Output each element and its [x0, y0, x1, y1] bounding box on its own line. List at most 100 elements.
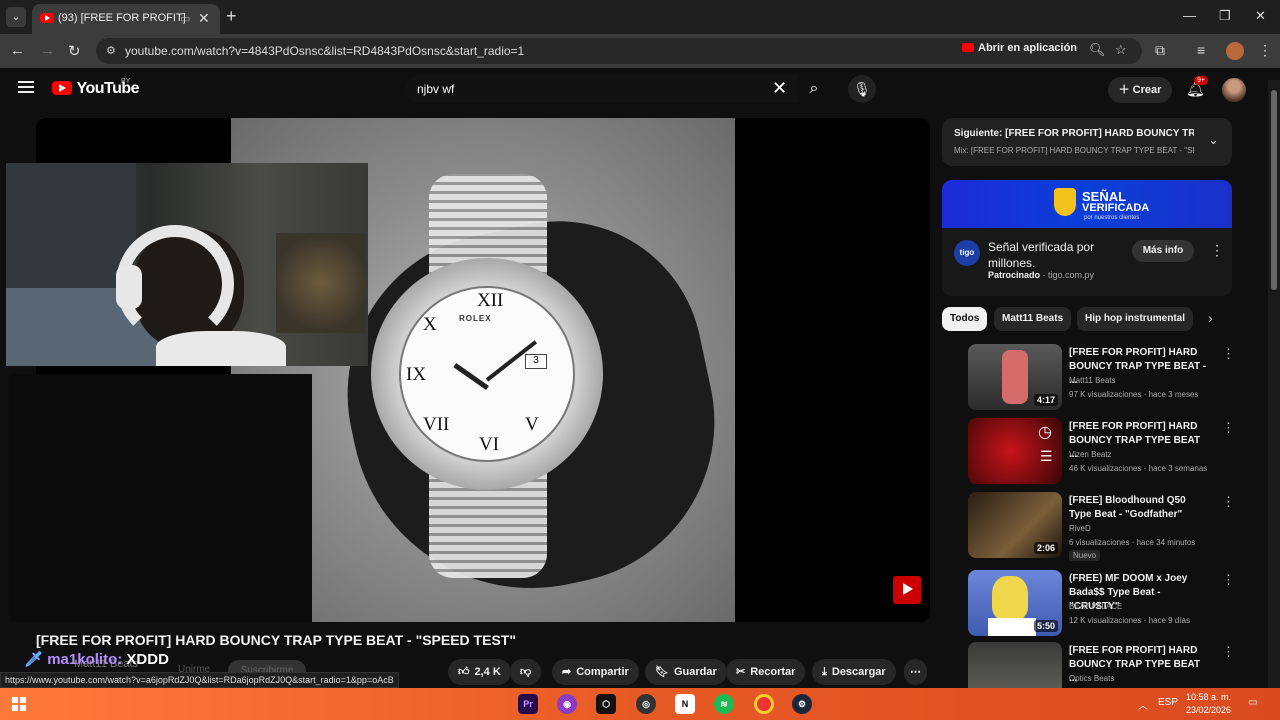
rec-menu-icon[interactable]: ⋮ — [1222, 346, 1235, 362]
list-item[interactable]: [FREE FOR PROFIT] HARD BOUNCY TRAP TYPE … — [942, 642, 1232, 688]
notifications-center-icon[interactable]: ▭ — [1248, 697, 1257, 708]
back-icon[interactable]: ← — [10, 42, 25, 59]
rec-menu-icon[interactable]: ⋮ — [1222, 644, 1232, 660]
new-tab-button[interactable]: + — [226, 6, 237, 27]
tray-overflow-icon[interactable]: ︿ — [1138, 697, 1148, 712]
language-indicator[interactable]: ESP — [1158, 697, 1178, 708]
create-button[interactable]: ＋ Crear — [1108, 77, 1172, 103]
ad-sponsored-label: Patrocinado · tigo.com.py — [988, 270, 1095, 280]
scissors-icon: ✂ — [736, 666, 746, 678]
url-text[interactable]: youtube.com/watch?v=4843PdOsnsc&list=RD4… — [125, 44, 524, 58]
subscribe-watermark-icon[interactable] — [893, 576, 921, 604]
chat-text: XDDD — [126, 651, 169, 668]
system-clock[interactable]: 10:58 a. m. 23/02/2026 — [1186, 691, 1231, 717]
notion-icon[interactable]: N — [675, 694, 695, 714]
ad-banner[interactable]: SEÑAL VERIFICADA por nuestros clientes — [942, 180, 1232, 228]
rec-meta: 12 K visualizaciones · hace 9 días — [1069, 616, 1190, 625]
video-thumbnail[interactable]: 5:50 — [968, 570, 1062, 636]
chip-matt11-beats[interactable]: Matt11 Beats — [994, 307, 1072, 331]
video-thumbnail[interactable] — [968, 642, 1062, 688]
chip-hip-hop-instrumental[interactable]: Hip hop instrumental — [1077, 307, 1193, 331]
bookmark-star-icon[interactable]: ☆ — [1115, 42, 1127, 58]
notifications-button[interactable]: 🔔︎ 9+ — [1186, 76, 1208, 98]
site-info-icon[interactable]: ⚙ — [106, 44, 116, 57]
address-bar[interactable]: ⚙ youtube.com/watch?v=4843PdOsnsc&list=R… — [96, 38, 1142, 64]
browser-menu-icon[interactable]: ⋮ — [1258, 42, 1272, 59]
add-to-queue-icon[interactable]: ☰ — [1040, 448, 1053, 465]
media-playing-icon[interactable]: ▭ — [180, 12, 190, 25]
chevron-right-icon[interactable]: › — [1208, 310, 1213, 326]
chevron-down-icon[interactable]: ⌄ — [1208, 132, 1219, 148]
forward-icon[interactable]: → — [40, 42, 55, 59]
browser-profile-avatar[interactable] — [1226, 42, 1244, 60]
link-status-bar: https://www.youtube.com/watch?v=a6jopRdZ… — [0, 672, 399, 688]
up-next-mix: Mix: [FREE FOR PROFIT] HARD BOUNCY TRAP … — [954, 146, 1194, 155]
list-item[interactable]: 4:17 [FREE FOR PROFIT] HARD BOUNCY TRAP … — [942, 344, 1235, 412]
browser-toolbar: ← → ↻ ⚙ youtube.com/watch?v=4843PdOsnsc&… — [0, 34, 1280, 68]
ad-menu-icon[interactable]: ⋮ — [1210, 242, 1224, 259]
tab-search-button[interactable]: ⌄ — [6, 7, 26, 27]
save-button[interactable]: 🔖︎ Guardar — [645, 659, 727, 685]
ad-more-info-button[interactable]: Más info — [1132, 240, 1194, 262]
search-button[interactable]: ⌕ — [798, 75, 830, 103]
maximize-icon[interactable]: ❐ — [1219, 8, 1231, 24]
reload-icon[interactable]: ↻ — [68, 42, 81, 60]
chat-username: ma1kolito: — [47, 651, 123, 668]
download-button[interactable]: ⤓ Descargar — [812, 659, 896, 685]
media-controls-icon[interactable]: ≡ — [1197, 42, 1205, 58]
list-item[interactable]: ◷ ☰ [FREE FOR PROFIT] HARD BOUNCY TRAP T… — [942, 418, 1235, 486]
rec-channel[interactable]: BEAT PALACE — [1069, 602, 1122, 611]
rec-title[interactable]: [FREE] Bloodhound Q50 Type Beat - "Godfa… — [1069, 494, 1209, 522]
browser-tab-active[interactable]: (93) [FREE FOR PROFIT] HARD BOUNCY TRAP … — [32, 4, 220, 34]
rec-channel[interactable]: RiveD — [1069, 524, 1091, 533]
spotify-icon[interactable]: ≋ — [714, 694, 734, 714]
video-thumbnail[interactable]: 4:17 — [968, 344, 1062, 410]
search-input[interactable]: njbv wf ✕ — [406, 75, 798, 103]
stream-chat-message: 🗡︎ ma1kolito: XDDD — [24, 650, 169, 668]
rec-channel[interactable]: Vizen Beatz — [1069, 450, 1112, 459]
open-in-app-button[interactable]: Abrir en aplicación — [962, 42, 1077, 60]
up-next-panel[interactable]: Siguiente: [FREE FOR PROFIT] HARD BOUNCY… — [942, 118, 1232, 166]
youtube-logo[interactable]: YouTube PY — [52, 78, 140, 98]
watch-later-icon[interactable]: ◷ — [1038, 422, 1052, 442]
rec-channel[interactable]: Matt11 Beats — [1069, 376, 1116, 385]
zoom-icon[interactable]: 🔍︎ — [1089, 42, 1106, 58]
rec-menu-icon[interactable]: ⋮ — [1222, 420, 1235, 436]
extensions-icon[interactable]: ⧉ — [1155, 42, 1165, 59]
youtube-mini-icon — [962, 43, 974, 52]
clip-button[interactable]: ✂ Recortar — [726, 659, 806, 685]
account-avatar[interactable] — [1222, 78, 1246, 102]
chip-todos[interactable]: Todos — [942, 307, 988, 331]
share-button[interactable]: ➦ Compartir — [552, 659, 639, 685]
rec-menu-icon[interactable]: ⋮ — [1222, 494, 1235, 510]
voice-search-button[interactable]: 🎙︎ — [848, 75, 876, 103]
dislike-button[interactable]: 👎︎ — [510, 659, 542, 685]
list-item[interactable]: 5:50 (FREE) MF DOOM x Joey Bada$$ Type B… — [942, 570, 1235, 638]
clear-search-icon[interactable]: ✕ — [772, 78, 787, 99]
premiere-icon[interactable]: Pr — [518, 694, 538, 714]
video-thumbnail[interactable]: ◷ ☰ — [968, 418, 1062, 484]
list-item[interactable]: 2:06 [FREE] Bloodhound Q50 Type Beat - "… — [942, 492, 1235, 561]
page-scrollbar[interactable] — [1268, 80, 1280, 688]
more-dots-icon: ⋯ — [910, 666, 921, 678]
window-close-icon[interactable]: ✕ — [1255, 8, 1266, 24]
obs-icon[interactable]: ⬡ — [596, 694, 616, 714]
thumbs-down-icon: 👎︎ — [520, 666, 532, 678]
more-actions-button[interactable]: ⋯ — [904, 659, 927, 685]
tab-close-icon[interactable]: ✕ — [198, 10, 210, 27]
like-button[interactable]: 👍︎ 2,4 K — [448, 659, 511, 685]
app-icon[interactable]: ◎ — [636, 694, 656, 714]
windows-start-icon[interactable] — [12, 697, 26, 711]
video-thumbnail[interactable]: 2:06 — [968, 492, 1062, 558]
discord-icon[interactable]: ◉ — [557, 694, 577, 714]
steam-icon[interactable]: ⚙ — [792, 694, 812, 714]
ad-card[interactable]: tigo Señal verificada por millones. Patr… — [942, 228, 1232, 296]
chrome-icon[interactable] — [754, 694, 774, 714]
download-icon: ⤓ — [822, 666, 827, 678]
minimize-icon[interactable]: — — [1183, 8, 1196, 23]
rec-channel[interactable]: Optics Beats — [1069, 674, 1114, 683]
hamburger-menu-icon[interactable] — [18, 81, 34, 93]
youtube-play-icon — [52, 81, 72, 95]
search-query[interactable]: njbv wf — [417, 82, 454, 96]
rec-menu-icon[interactable]: ⋮ — [1222, 572, 1235, 588]
